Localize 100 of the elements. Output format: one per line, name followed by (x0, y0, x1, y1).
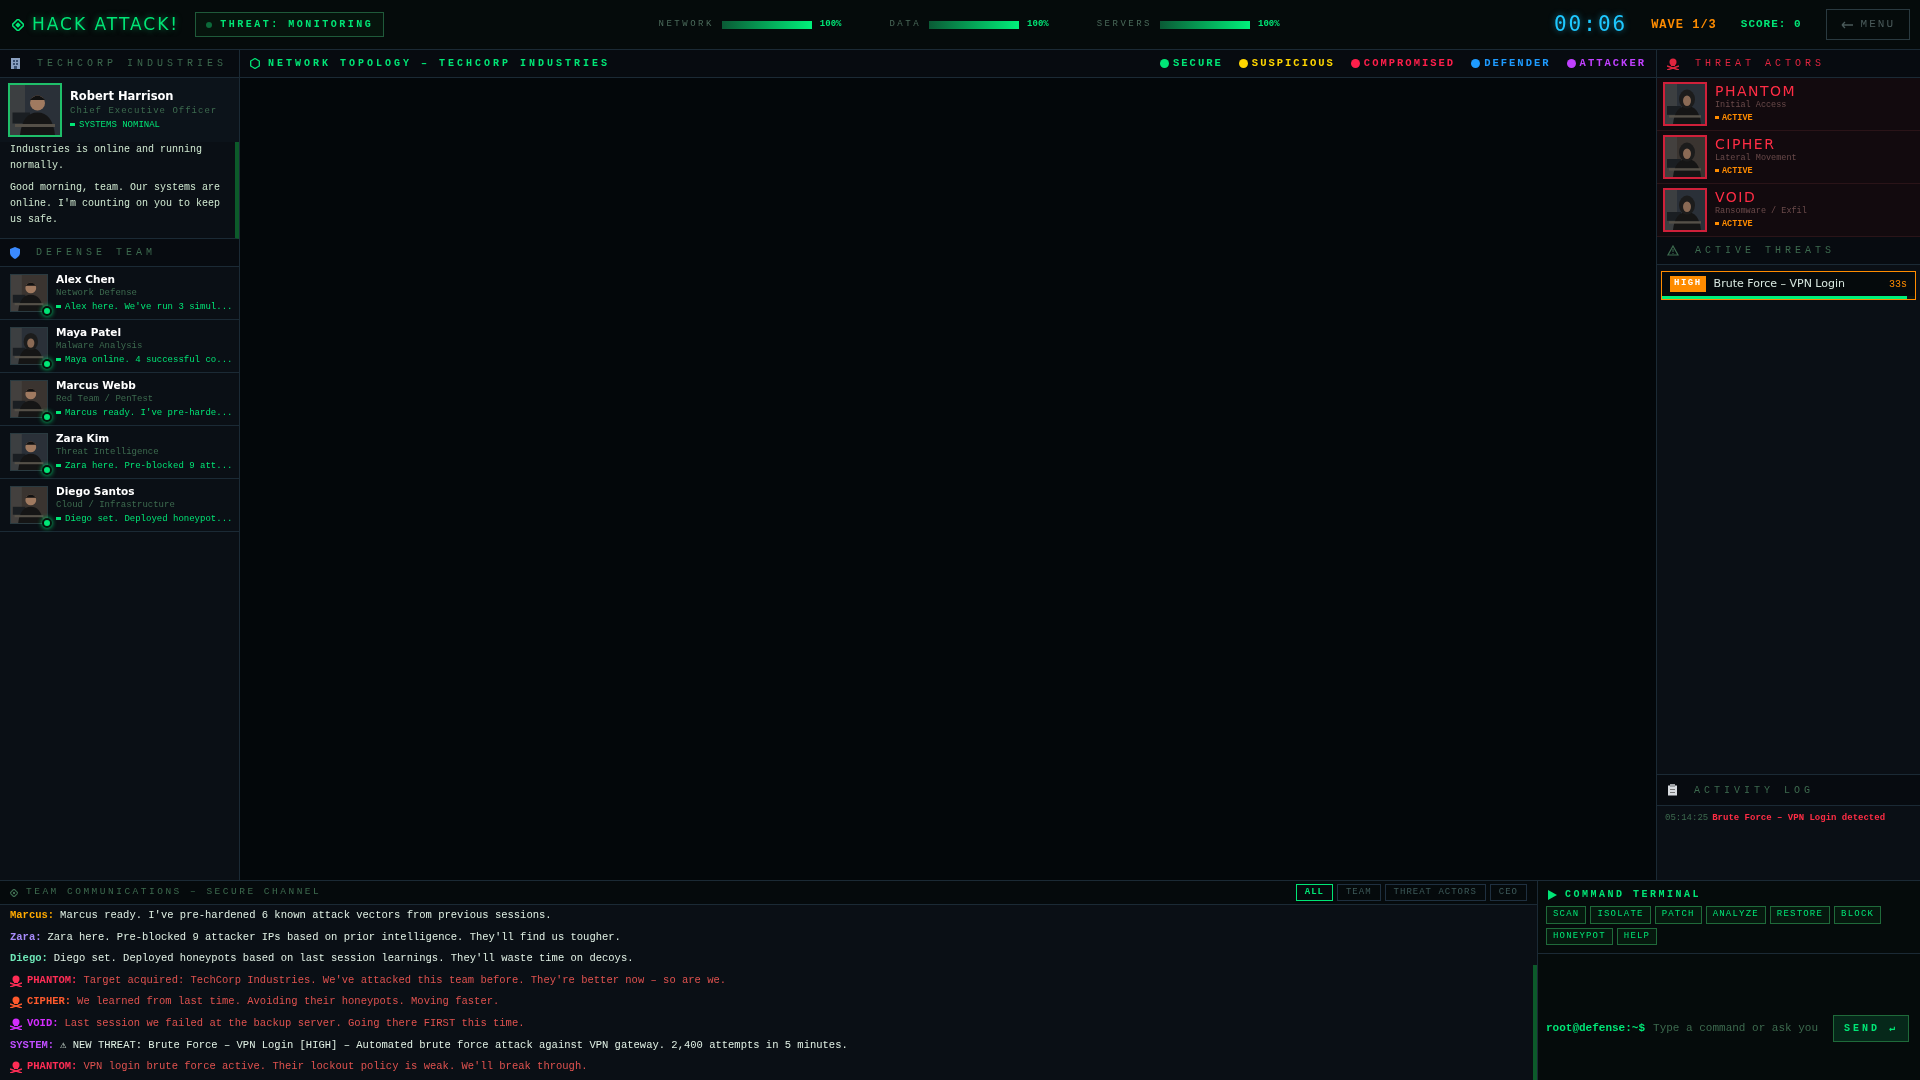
clipboard-icon (1667, 784, 1678, 796)
message-text: VPN login brute force active. Their lockout policy is weak. We'll break through. (83, 1059, 588, 1075)
shield-icon (10, 246, 20, 259)
team-member-row[interactable]: Maya Patel Malware Analysis Maya online. 4 successful co... (0, 320, 239, 373)
panel-title: ACTIVE THREATS (1695, 244, 1835, 258)
meter-reading: 100% (1258, 17, 1280, 31)
actor-name: PHANTOM (1715, 83, 1797, 99)
play-icon (1548, 889, 1557, 900)
command-button[interactable]: RESTORE (1769, 906, 1831, 924)
person-name: Robert Harrison (70, 87, 175, 105)
message-text: Marcus ready. I've pre-hardened 6 known attack vectors from previous sessions. (60, 908, 552, 923)
actor-status: ACTIVE (1715, 111, 1797, 125)
command-input[interactable]: Type a command or ask you (1653, 1020, 1826, 1037)
threat-card[interactable]: HIGH Brute Force – VPN Login 33s (1661, 271, 1916, 300)
threat-actor-row[interactable]: PHANTOM Initial Access ACTIVE (1657, 78, 1920, 131)
member-role: Malware Analysis (56, 340, 144, 354)
legend-label: SUSPICIOUS (1251, 55, 1335, 71)
message-text: Zara here. Pre-blocked 9 attacker IPs based on prior intelligence. They'll find us tougher. (47, 929, 621, 945)
panel-title: ACTIVITY LOG (1694, 783, 1814, 798)
panel-title: COMMAND TERMINAL (1565, 888, 1701, 902)
member-message: Zara here. Pre-blocked 9 att... (56, 459, 233, 474)
message-text: ⚠ NEW THREAT: Brute Force – VPN Login [HIGH] – Automated brute force attack against VPN gateway. 2,400 attempts in 5 minutes. (60, 1037, 848, 1053)
score: SCORE: 0 (1740, 17, 1802, 33)
warning-icon (1667, 245, 1679, 256)
threat-title: Brute Force – VPN Login (1713, 275, 1846, 292)
actor-status: ACTIVE (1715, 164, 1797, 178)
member-role: Red Team / PenTest (56, 393, 155, 407)
panel-title: DEFENSE TEAM (36, 246, 156, 260)
legend-label: SECURE (1173, 55, 1223, 71)
speaker-name: PHANTOM: (27, 1059, 78, 1075)
member-name: Alex Chen (56, 271, 117, 287)
prompt-text: root@defense:~$ (1546, 1021, 1646, 1037)
member-message: Alex here. We've run 3 simul... (56, 300, 233, 315)
skull-icon (1667, 57, 1679, 70)
command-button[interactable]: HELP (1616, 927, 1658, 945)
message-text: We learned from last time. Avoiding their honeypots. Moving faster. (77, 994, 500, 1010)
actor-role: Lateral Movement (1715, 151, 1797, 165)
person-role: Chief Executive Officer (70, 105, 218, 119)
panel-title: TEAM COMMUNICATIONS – SECURE CHANNEL (26, 885, 322, 900)
send-button[interactable]: SEND ↵ (1833, 1015, 1910, 1042)
panel-title: NETWORK TOPOLOGY – TECHCORP INDUSTRIES (268, 57, 611, 71)
panel-title: THREAT ACTORS (1695, 57, 1825, 71)
message-text: Industries is online and running normally. (9, 143, 204, 173)
legend-label: DEFENDER (1484, 55, 1551, 71)
threat-actor-row[interactable]: VOID Ransomware / Exfil ACTIVE (1657, 184, 1920, 237)
team-member-row[interactable]: Diego Santos Cloud / Infrastructure Diego set. Deployed honeypot... (0, 479, 239, 532)
actor-role: Ransomware / Exfil (1715, 204, 1807, 218)
actor-name: VOID (1715, 189, 1758, 205)
meter-reading: 100% (819, 17, 842, 31)
message-text: Last session we failed at the backup server. Going there FIRST this time. (64, 1015, 525, 1031)
actor-role: Initial Access (1715, 98, 1788, 112)
legend-label: ATTACKER (1579, 55, 1646, 71)
speaker-name: SYSTEM: (10, 1037, 55, 1053)
panel-title: TECHCORP INDUSTRIES (37, 57, 228, 71)
speaker-name: CIPHER: (27, 994, 72, 1010)
threat-actor-row[interactable]: CIPHER Lateral Movement ACTIVE (1657, 131, 1920, 184)
skull-icon (10, 974, 22, 987)
member-name: Zara Kim (56, 430, 111, 446)
skull-icon (10, 1060, 22, 1073)
command-button[interactable]: BLOCK (1834, 906, 1882, 924)
log-time: 05:14:25 (1665, 812, 1709, 825)
meter-label: NETWORK (658, 17, 714, 31)
meter-label: DATA (889, 17, 922, 31)
hexagon-icon (250, 58, 260, 69)
arrow-left-icon (1840, 20, 1853, 29)
command-button[interactable]: HONEYPOT (1546, 927, 1613, 945)
member-name: Maya Patel (56, 324, 123, 340)
team-member-row[interactable]: Zara Kim Threat Intelligence Zara here. Pre-blocked 9 att... (0, 426, 239, 479)
game-title: HACK ATTACK! (32, 12, 180, 36)
member-message: Marcus ready. I've pre-harde... (56, 406, 233, 421)
meter-reading: 100% (1027, 17, 1049, 31)
timer: 00:06 (1553, 10, 1628, 38)
filter-tab[interactable]: ALL (1295, 883, 1333, 902)
log-entry: Brute Force – VPN Login detected (1712, 812, 1886, 825)
member-message: Maya online. 4 successful co... (56, 353, 233, 368)
skull-icon (10, 996, 22, 1009)
team-member-row[interactable]: Alex Chen Network Defense Alex here. We've run 3 simul... (0, 267, 239, 320)
message-text: Target acquired: TechCorp Industries. We've attacked this team before. They're better now – so are we. (83, 972, 727, 988)
member-role: Network Defense (56, 287, 138, 301)
building-icon (10, 58, 21, 69)
threat-level-badge: THREAT: MONITORING (195, 12, 385, 37)
actor-status: ACTIVE (1715, 217, 1807, 231)
command-button[interactable]: ISOLATE (1590, 906, 1651, 924)
member-name: Diego Santos (56, 483, 136, 499)
command-button[interactable]: SCAN (1546, 906, 1587, 924)
command-button[interactable]: ANALYZE (1705, 906, 1766, 924)
meter-label: SERVERS (1096, 17, 1152, 31)
speaker-name: Zara: (10, 929, 42, 945)
legend-label: COMPROMISED (1363, 55, 1456, 71)
message-text: Good morning, team. Our systems are online. I'm counting on you to keep us safe. (9, 181, 222, 227)
diamond-icon (12, 18, 24, 31)
actor-name: CIPHER (1715, 136, 1777, 152)
speaker-name: Diego: (10, 951, 48, 967)
command-button[interactable]: PATCH (1654, 906, 1702, 924)
member-role: Cloud / Infrastructure (56, 499, 176, 513)
wave-counter: WAVE 1/3 (1651, 16, 1717, 34)
team-member-row[interactable]: Marcus Webb Red Team / PenTest Marcus ready. I've pre-harde... (0, 373, 239, 426)
member-name: Marcus Webb (56, 377, 137, 393)
skull-icon (10, 1017, 22, 1030)
speaker-name: VOID: (27, 1015, 59, 1031)
